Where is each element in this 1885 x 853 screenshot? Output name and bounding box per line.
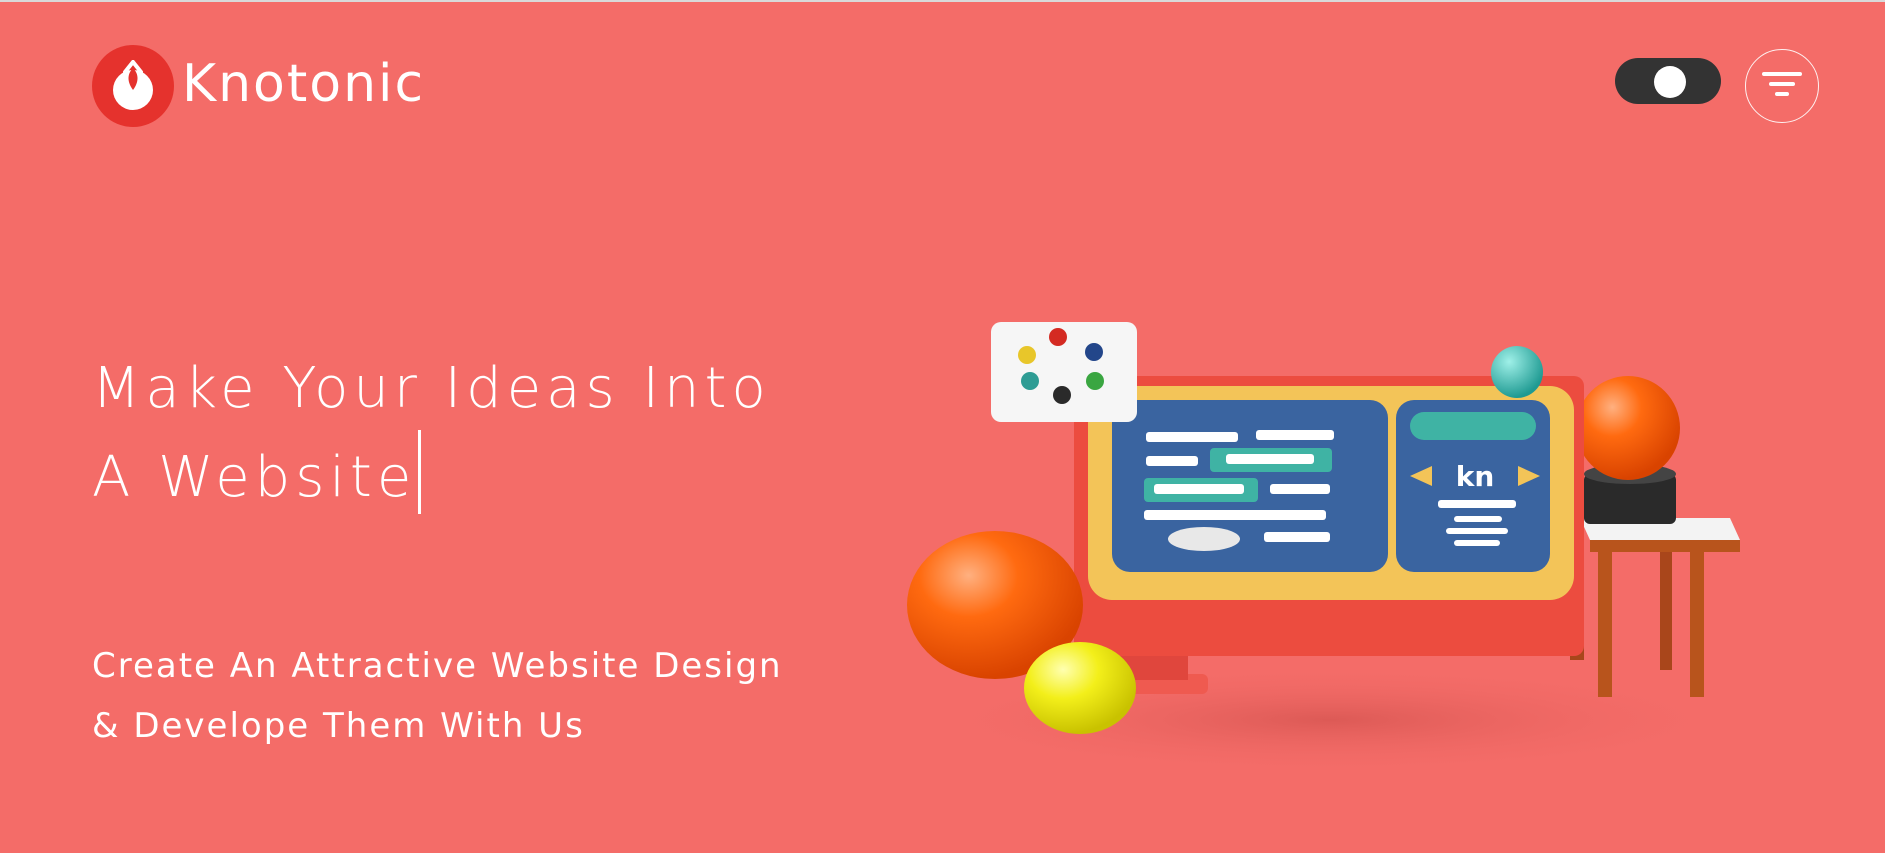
typing-cursor <box>418 430 422 514</box>
brand-name: Knotonic <box>182 54 426 114</box>
headline-line-2: A Website <box>92 445 417 510</box>
menu-button[interactable] <box>1745 49 1819 123</box>
hero-subheading: Create An Attractive Website Design & De… <box>92 636 852 756</box>
subhead-line-2: & Develope Them With Us <box>92 706 585 746</box>
headline-line-1: Make Your Ideas Into <box>92 356 771 421</box>
teal-ball <box>1491 346 1543 398</box>
yellow-ball <box>1024 642 1136 734</box>
logo-mark-icon <box>92 45 174 127</box>
brand-logo[interactable]: Knotonic <box>92 45 425 127</box>
hero-illustration: kn <box>907 322 1750 775</box>
palette-card <box>991 322 1137 422</box>
side-table <box>1570 376 1740 697</box>
monitor: kn <box>1058 376 1584 694</box>
filter-menu-icon <box>1762 72 1802 96</box>
subhead-line-1: Create An Attractive Website Design <box>92 646 783 686</box>
theme-toggle[interactable] <box>1615 58 1721 104</box>
screen-logo-text: kn <box>1456 460 1495 493</box>
top-border <box>0 0 1885 2</box>
toggle-knob <box>1654 66 1686 98</box>
hero-headline: Make Your Ideas Into A Website <box>92 348 852 519</box>
